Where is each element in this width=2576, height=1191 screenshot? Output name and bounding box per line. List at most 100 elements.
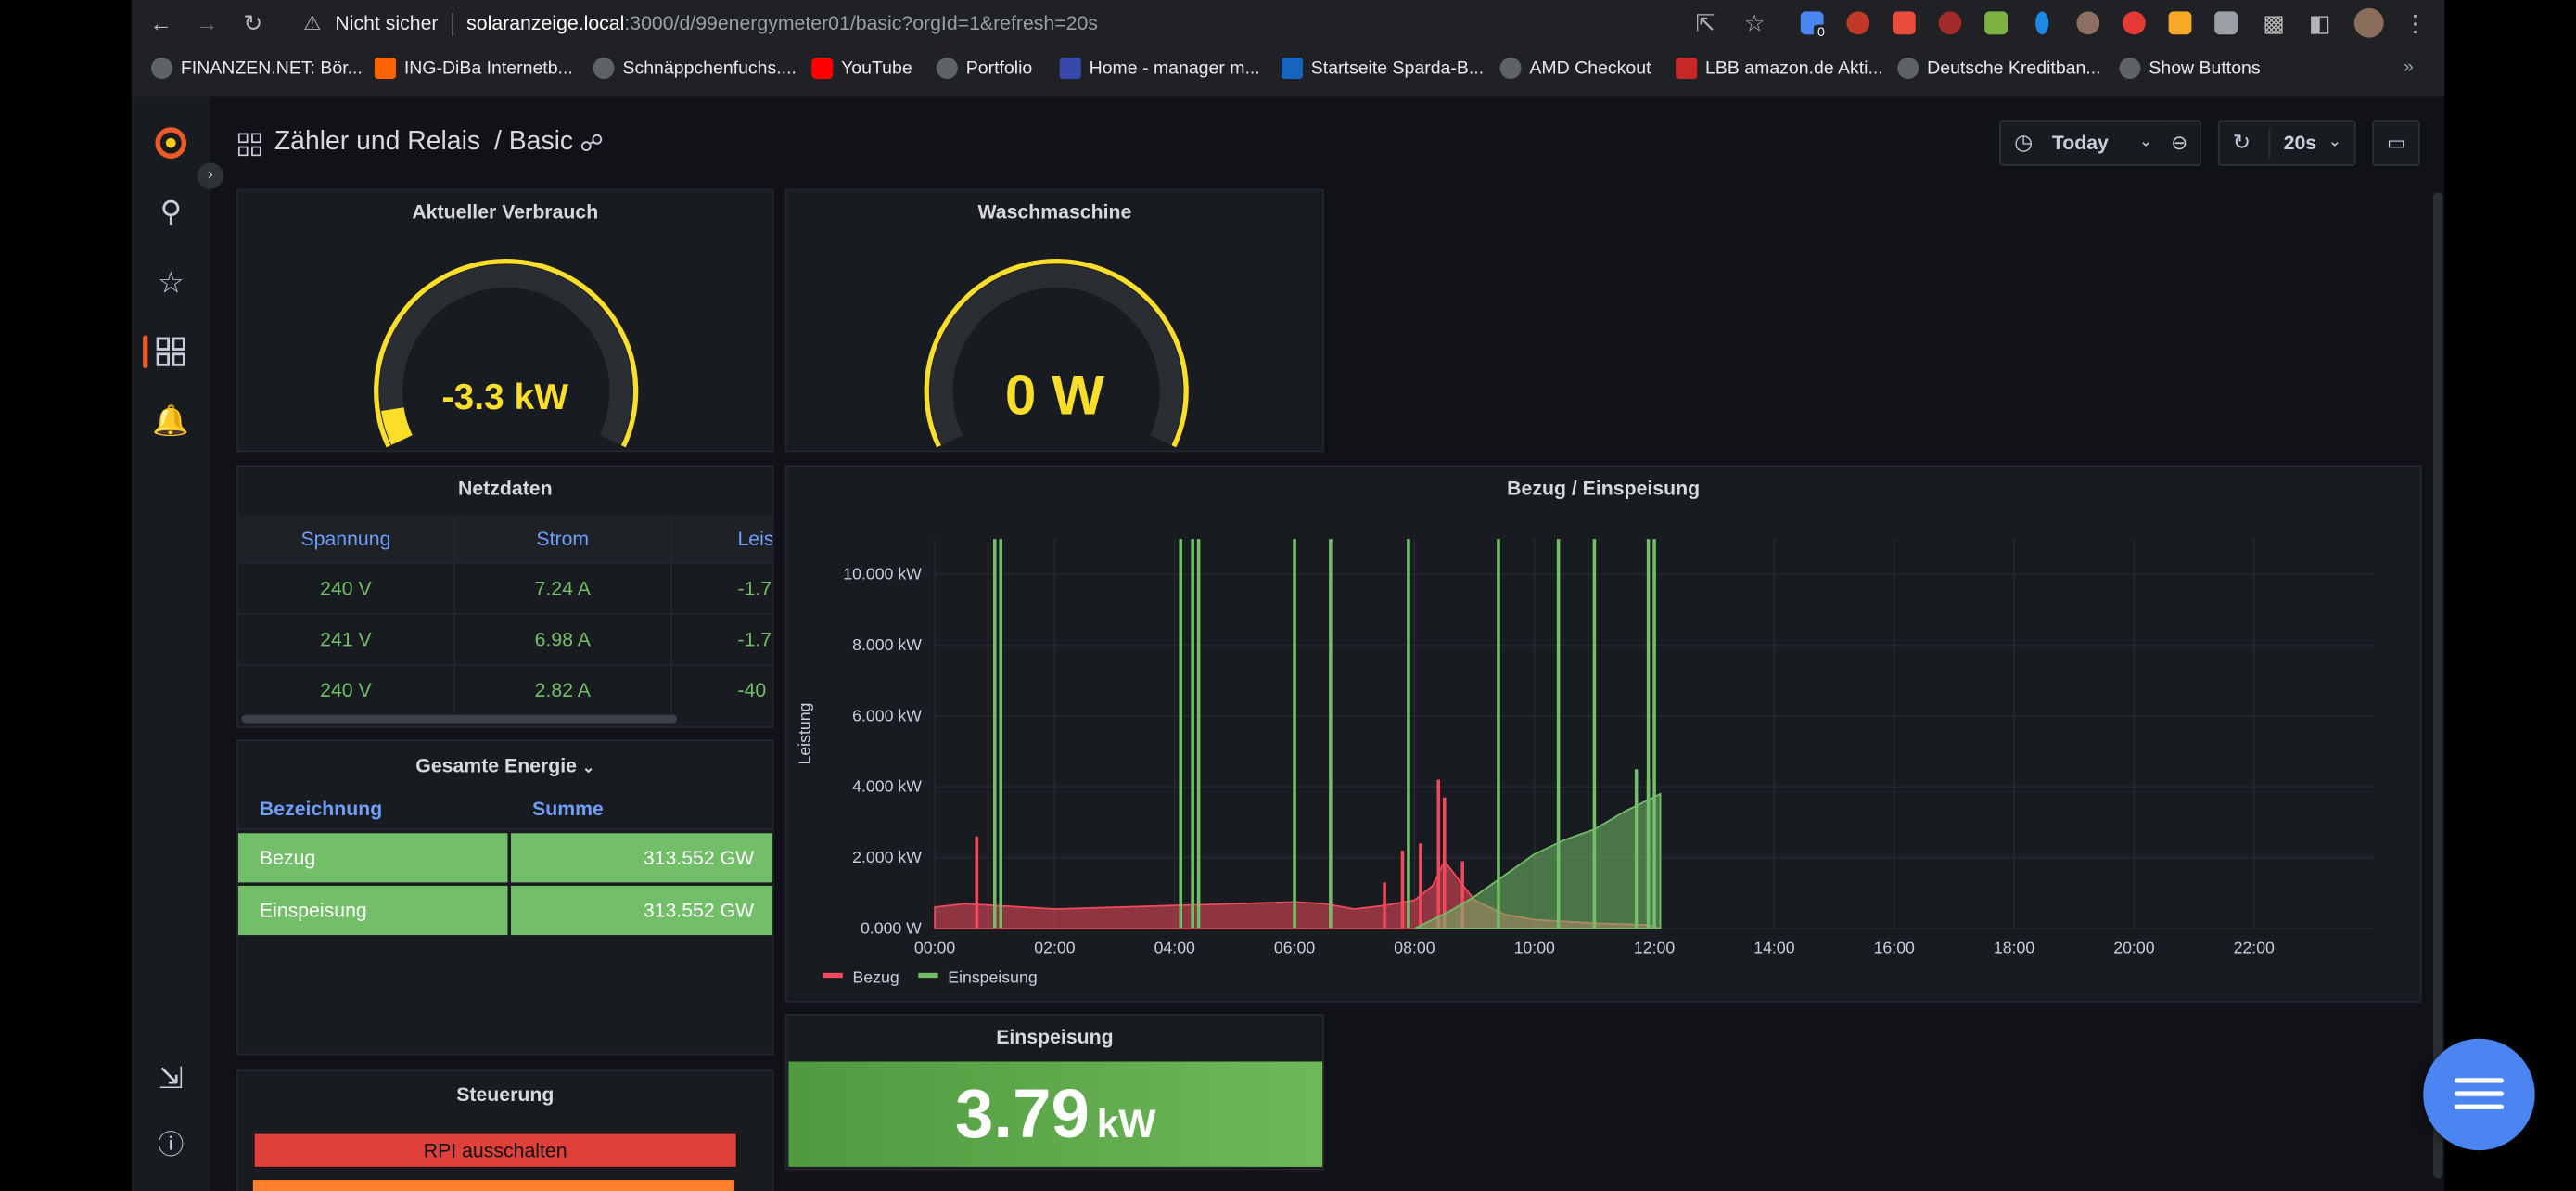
gauge-value: -3.3 kW (441, 376, 569, 418)
warning-icon[interactable]: ⚠ (299, 10, 325, 36)
dashboards-icon[interactable] (156, 337, 185, 366)
time-picker-button[interactable]: ◷ Today ⌄ (1999, 120, 2169, 166)
table-cell: 6.98 A (454, 612, 670, 662)
ublock-icon[interactable] (1938, 11, 1962, 35)
bookmark-label: Show Buttons (2149, 58, 2261, 79)
address-bar[interactable]: solaranzeige.local:3000/d/99energymeter0… (466, 11, 1098, 34)
bookmark-label: Startseite Sparda-B... (1310, 58, 1485, 79)
bookmark-amd[interactable]: AMD Checkout (1499, 58, 1651, 80)
panel-aktueller-verbrauch: Aktueller Verbrauch -3.3 kW (236, 188, 774, 453)
panel-netzdaten: Netzdaten Spannung Strom Leis 240 V 7.24… (236, 465, 774, 728)
floating-menu-button[interactable] (2423, 1038, 2535, 1151)
adblock-icon[interactable] (1846, 11, 1870, 35)
stat-unit: kW (1096, 1102, 1156, 1147)
puzzle-extensions-icon[interactable]: ▩ (2261, 10, 2287, 36)
alerting-bell-icon[interactable]: 🔔 (151, 401, 191, 441)
bookmark-sparda[interactable]: Startseite Sparda-B... (1281, 58, 1485, 80)
y-tick-label: 0.000 W (861, 918, 922, 937)
bookmark-youtube[interactable]: YouTube (811, 58, 912, 80)
rpi-shutdown-button[interactable]: RPI ausschalten (252, 1132, 738, 1169)
bookmark-ing[interactable]: ING-DiBa Internetb... (374, 58, 573, 80)
legend-swatch (823, 972, 843, 979)
globe-icon (1499, 58, 1522, 80)
panel-title-text: Gesamte Energie (415, 754, 577, 778)
help-icon[interactable]: ⓘ (151, 1127, 191, 1167)
extension-red-circle-icon[interactable] (2123, 11, 2146, 35)
globe-icon (936, 58, 958, 80)
column-header-spannung[interactable]: Spannung (237, 516, 453, 562)
sparda-icon (1281, 58, 1303, 80)
bookmark-finanzen[interactable]: FINANZEN.NET: Bör... (150, 58, 363, 80)
extension-printer-icon[interactable] (2214, 11, 2238, 35)
starred-icon[interactable]: ☆ (151, 263, 191, 302)
x-tick-label: 12:00 (1634, 939, 1675, 957)
refresh-interval-label[interactable]: 20s (2284, 122, 2316, 164)
y-tick-label: 8.000 kW (852, 635, 922, 654)
back-icon[interactable]: ← (147, 10, 173, 36)
page-scrollbar[interactable] (2432, 192, 2443, 1179)
forward-icon[interactable]: → (194, 10, 220, 36)
folder-link[interactable]: Zähler und Relais (274, 128, 480, 156)
youtube-icon (811, 58, 834, 80)
x-tick-label: 16:00 (1874, 939, 1915, 957)
bookmark-lbb[interactable]: LBB amazon.de Akti... (1676, 58, 1883, 80)
column-header-summe[interactable]: Summe (532, 797, 604, 820)
refresh-icon[interactable]: ↻ (2233, 122, 2251, 164)
chevron-down-icon[interactable]: ⌄ (2327, 122, 2341, 164)
bookmark-label: LBB amazon.de Akti... (1705, 58, 1883, 79)
more-bookmarks-icon[interactable]: » (2404, 58, 2414, 77)
star-bookmark-icon[interactable]: ☆ (1741, 10, 1767, 36)
rpi-restart-button[interactable] (252, 1180, 734, 1191)
share-dashboard-icon[interactable]: ☍ (580, 130, 603, 158)
globe-icon (593, 58, 615, 80)
ing-icon (374, 58, 396, 80)
search-icon[interactable]: ⚲ (151, 192, 191, 232)
panel-title[interactable]: Gesamte Energie ⌄ (238, 754, 772, 777)
extension-green-icon[interactable] (1984, 11, 2008, 35)
column-header-strom[interactable]: Strom (454, 516, 670, 562)
x-tick-label: 02:00 (1034, 939, 1075, 957)
refresh-picker[interactable]: ↻ 20s ⌄ (2217, 120, 2356, 166)
table-cell: -1.7 (671, 612, 772, 662)
extension-brown-icon[interactable] (2076, 11, 2100, 35)
sign-in-icon[interactable]: ⇲ (151, 1058, 191, 1098)
bookmark-portfolio[interactable]: Portfolio (936, 58, 1032, 80)
globe-icon (150, 58, 173, 80)
reload-icon[interactable]: ↻ (240, 10, 266, 36)
column-divider (670, 516, 672, 713)
extension-drop-icon[interactable] (2035, 11, 2049, 35)
column-header-bezeichnung[interactable]: Bezeichnung (260, 797, 382, 820)
url-toolbar: ← → ↻ ⚠ Nicht sicher solaranzeige.local:… (132, 0, 2445, 47)
energy-cell-value: 313.552 GW (510, 833, 772, 883)
bookmark-dkb[interactable]: Deutsche Kreditban... (1897, 58, 2101, 80)
expand-menu-icon[interactable]: › (197, 162, 223, 189)
extension-red-icon[interactable] (1892, 11, 1916, 35)
side-menu: › ⚲ ☆ 🔔 ⇲ ⓘ (131, 96, 223, 1191)
grafana-logo-icon[interactable] (153, 125, 189, 161)
horizontal-scrollbar[interactable] (241, 714, 677, 724)
not-secure-label[interactable]: Nicht sicher (335, 11, 438, 34)
bookmark-manager[interactable]: Home - manager m... (1059, 58, 1260, 80)
panel-bezug-einspeisung: Bezug / Einspeisung 00:00 02:00 04:00 06:00… (784, 465, 2424, 1004)
dashboard-title[interactable]: / Basic (494, 128, 573, 156)
bookmark-show-buttons[interactable]: Show Buttons (2119, 58, 2261, 80)
share-icon[interactable]: ⇱ (1692, 10, 1718, 36)
x-tick-label: 06:00 (1274, 939, 1315, 957)
x-tick-label: 10:00 (1514, 939, 1555, 957)
timeseries-chart[interactable]: 00:00 02:00 04:00 06:00 08:00 10:00 12:00 14:00… (787, 467, 2424, 1004)
column-header-leistung[interactable]: Leis (671, 516, 772, 562)
extension-badge: 0 (1813, 24, 1829, 40)
profile-avatar[interactable] (2353, 7, 2384, 38)
table-cell: 240 V (237, 663, 453, 713)
browser-menu-icon[interactable]: ⋮ (2402, 10, 2428, 36)
x-tick-label: 22:00 (2234, 939, 2275, 957)
bookmarks-bar: FINANZEN.NET: Bör... ING-DiBa Internetb.… (132, 51, 2445, 87)
zoom-out-button[interactable]: ⊖ (2158, 120, 2202, 166)
legend-label: Einspeisung (948, 967, 1037, 986)
side-panel-icon[interactable]: ◧ (2306, 10, 2332, 36)
bookmark-schnaeppchen[interactable]: Schnäppchenfuchs.... (593, 58, 797, 80)
extension-yellow-icon[interactable] (2168, 11, 2192, 35)
legend-swatch (918, 972, 938, 979)
view-mode-button[interactable]: ▭ (2372, 120, 2420, 166)
zoom-out-icon: ⊖ (2171, 131, 2188, 155)
